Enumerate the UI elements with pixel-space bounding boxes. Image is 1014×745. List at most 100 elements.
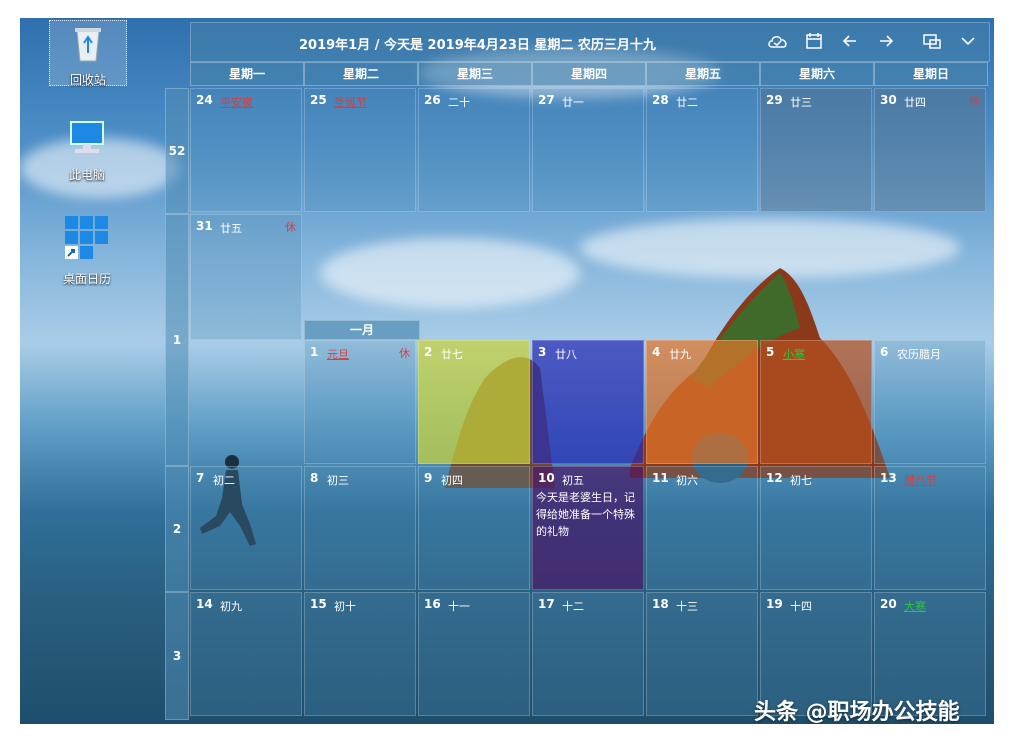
day-cell[interactable]: 29 廿三 <box>760 88 872 212</box>
lunar-date: 初九 <box>220 600 242 613</box>
day-cell[interactable]: 4 廿九 <box>646 340 758 464</box>
desktop-icon-this-pc[interactable]: 此电脑 <box>49 118 125 183</box>
day-cell[interactable]: 6 农历腊月 <box>874 340 986 464</box>
day-number: 28 <box>652 93 669 107</box>
rest-day-badge: 休 <box>399 347 410 360</box>
lunar-date: 廿二 <box>676 96 698 109</box>
desktop-icon-recycle-bin[interactable]: 回收站 <box>49 20 127 87</box>
day-cell[interactable]: 7 初二 <box>190 466 302 590</box>
calendar-app-icon <box>65 216 108 259</box>
day-cell[interactable]: 28 廿二 <box>646 88 758 212</box>
day-number: 25 <box>310 93 327 107</box>
day-cell[interactable]: 5 小寒 <box>760 340 872 464</box>
rest-day-badge: 休 <box>285 221 296 234</box>
window-switch-icon <box>923 34 941 49</box>
collapse-button[interactable] <box>957 32 979 52</box>
day-cell[interactable]: 25 圣诞节 <box>304 88 416 212</box>
lunar-date: 十一 <box>448 600 470 613</box>
cloud-sync-button[interactable] <box>767 32 789 52</box>
day-cell[interactable]: 18 十三 <box>646 592 758 716</box>
day-number: 1 <box>310 345 319 359</box>
calendar-title: 2019年1月 / 今天是 2019年4月23日 星期二 农历三月十九 <box>299 38 656 53</box>
lunar-date: 初六 <box>676 474 698 487</box>
day-cell[interactable]: 24 平安夜 <box>190 88 302 212</box>
lunar-date: 十三 <box>676 600 698 613</box>
day-cell[interactable]: 12 初七 <box>760 466 872 590</box>
day-cell[interactable]: 16 十一 <box>418 592 530 716</box>
day-number: 26 <box>424 93 441 107</box>
desktop-calendar-label: 桌面日历 <box>62 272 111 286</box>
recycle-bin-label: 回收站 <box>69 73 106 87</box>
day-number: 8 <box>310 471 319 485</box>
lunar-date: 元旦 <box>327 348 349 361</box>
day-cell[interactable]: 3 廿八 <box>532 340 644 464</box>
day-cell[interactable]: 13 腊八节 <box>874 466 986 590</box>
lunar-date: 初七 <box>790 474 812 487</box>
lunar-date: 大寒 <box>904 600 926 613</box>
day-cell[interactable]: 11 初六 <box>646 466 758 590</box>
lunar-date: 十二 <box>562 600 584 613</box>
day-cell[interactable]: 1 元旦 休 <box>304 340 416 464</box>
weekday-mon: 星期一 <box>190 62 304 86</box>
lunar-date: 初二 <box>213 474 235 487</box>
day-number: 13 <box>880 471 897 485</box>
lunar-date: 小寒 <box>783 348 805 361</box>
lunar-date: 廿九 <box>669 348 691 361</box>
cloud-check-icon <box>768 36 787 48</box>
calendar-header: 2019年1月 / 今天是 2019年4月23日 星期二 农历三月十九 <box>190 22 990 62</box>
week-number-1: 1 <box>165 214 189 466</box>
lunar-date: 廿四 <box>904 96 926 109</box>
day-cell[interactable]: 26 二十 <box>418 88 530 212</box>
calendar-view-button[interactable] <box>803 32 825 52</box>
lunar-date: 廿五 <box>220 222 242 235</box>
recycle-bin-icon <box>75 28 101 62</box>
lunar-date: 廿七 <box>441 348 463 361</box>
lunar-date: 平安夜 <box>220 96 253 109</box>
day-cell[interactable]: 31 廿五 休 <box>190 214 302 340</box>
day-cell[interactable]: 27 廿一 <box>532 88 644 212</box>
day-cell[interactable]: 30 廿四 休 <box>874 88 986 212</box>
event-note: 今天是老婆生日，记得给她准备一个特殊的礼物 <box>536 491 635 538</box>
desktop-icon-desktop-calendar[interactable]: 桌面日历 <box>49 214 125 287</box>
day-number: 7 <box>196 471 205 485</box>
month-label: 一月 <box>304 320 420 340</box>
day-cell[interactable]: 17 十二 <box>532 592 644 716</box>
lunar-date: 腊八节 <box>904 474 937 487</box>
rest-day-badge: 休 <box>969 95 980 108</box>
week-number-3: 3 <box>165 592 189 720</box>
day-cell[interactable]: 9 初四 <box>418 466 530 590</box>
lunar-date: 十四 <box>790 600 812 613</box>
lunar-date: 初三 <box>327 474 349 487</box>
day-number: 31 <box>196 219 213 233</box>
next-month-button[interactable] <box>875 32 897 52</box>
day-number: 10 <box>538 471 555 485</box>
day-cell[interactable]: 14 初九 <box>190 592 302 716</box>
weekday-sat: 星期六 <box>760 62 874 86</box>
day-cell[interactable]: 10 初五 今天是老婆生日，记得给她准备一个特殊的礼物 <box>532 466 644 590</box>
lunar-date: 二十 <box>448 96 470 109</box>
day-cell[interactable]: 15 初十 <box>304 592 416 716</box>
day-number: 30 <box>880 93 897 107</box>
weekday-tue: 星期二 <box>304 62 418 86</box>
week-number-52: 52 <box>165 88 189 214</box>
weekday-fri: 星期五 <box>646 62 760 86</box>
day-number: 18 <box>652 597 669 611</box>
week-number-2: 2 <box>165 466 189 592</box>
day-number: 19 <box>766 597 783 611</box>
lunar-date: 农历腊月 <box>897 348 941 361</box>
window-switch-button[interactable] <box>921 32 943 52</box>
day-number: 5 <box>766 345 775 359</box>
day-number: 14 <box>196 597 213 611</box>
lunar-date: 廿一 <box>562 96 584 109</box>
day-number: 16 <box>424 597 441 611</box>
day-number: 9 <box>424 471 433 485</box>
prev-month-button[interactable] <box>839 32 861 52</box>
day-number: 3 <box>538 345 547 359</box>
lunar-date: 廿三 <box>790 96 812 109</box>
day-cell[interactable]: 8 初三 <box>304 466 416 590</box>
arrow-right-icon <box>880 35 894 47</box>
calendar-icon <box>806 33 822 49</box>
day-cell[interactable]: 2 廿七 <box>418 340 530 464</box>
watermark: 头条 @职场办公技能 <box>754 700 960 724</box>
lunar-date: 初十 <box>334 600 356 613</box>
